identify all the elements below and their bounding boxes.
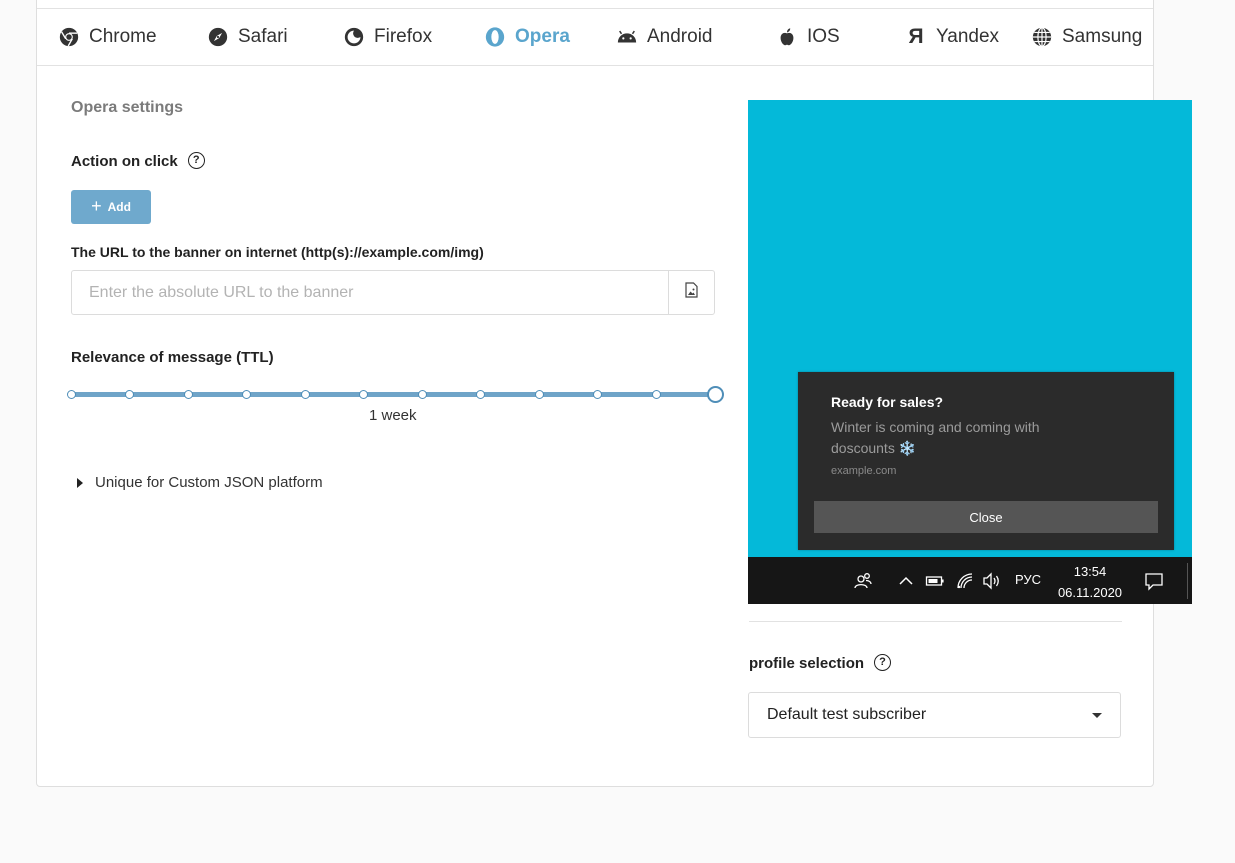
tab-label: Chrome	[89, 26, 157, 47]
action-on-click-label: Action on click?	[71, 151, 205, 171]
url-label: The URL to the banner on internet (http(…	[71, 244, 484, 260]
ttl-label: Relevance of message (TTL)	[71, 349, 274, 366]
slider-step[interactable]	[66, 390, 76, 399]
help-icon[interactable]: ?	[874, 653, 892, 671]
profile-selected-value: Default test subscriber	[767, 706, 927, 723]
slider-step[interactable]	[359, 390, 369, 399]
tab-chrome[interactable]: Chrome	[58, 9, 157, 65]
add-action-button[interactable]: + Add	[71, 190, 151, 224]
slider-track	[71, 392, 711, 397]
tab-android[interactable]: Android	[616, 9, 713, 65]
notification-preview: Ready for sales? Winter is coming and co…	[748, 100, 1192, 604]
chevron-down-icon	[1092, 712, 1102, 718]
slider-step[interactable]	[534, 390, 544, 399]
settings-title: Opera settings	[71, 99, 184, 116]
profile-selection-label: profile selection?	[749, 653, 892, 673]
tab-label: Yandex	[936, 26, 1000, 47]
profile-divider	[749, 621, 1122, 622]
tab-samsung[interactable]: Samsung	[1031, 9, 1142, 65]
chevron-up-icon	[896, 571, 916, 591]
opera-icon	[484, 26, 506, 48]
ttl-value: 1 week	[369, 407, 417, 424]
tab-label: Android	[647, 26, 713, 47]
unique-platform-toggle[interactable]: Unique for Custom JSON platform	[77, 474, 323, 491]
banner-url-input[interactable]	[72, 271, 668, 314]
taskbar-date: 06.11.2020	[1057, 585, 1123, 600]
windows-taskbar: РУС 13:54 06.11.2020	[748, 557, 1192, 604]
action-center-icon	[1144, 571, 1164, 591]
battery-icon	[925, 571, 945, 591]
slider-step[interactable]	[651, 390, 661, 399]
ttl-slider[interactable]	[66, 386, 724, 404]
tab-safari[interactable]: Safari	[207, 9, 288, 65]
safari-icon	[207, 26, 229, 48]
tab-label: IOS	[807, 26, 840, 47]
slider-step[interactable]	[476, 390, 486, 399]
action-label-text: Action on click	[71, 153, 178, 170]
apple-icon	[776, 26, 798, 48]
add-button-label: Add	[107, 200, 131, 214]
slider-step[interactable]	[125, 390, 135, 399]
help-icon[interactable]: ?	[187, 151, 205, 169]
profile-select[interactable]: Default test subscriber	[748, 692, 1121, 738]
people-icon	[853, 571, 873, 591]
caret-right-icon	[77, 477, 83, 488]
slider-step[interactable]	[300, 390, 310, 399]
notification-title: Ready for sales?	[831, 394, 944, 410]
image-picker-button[interactable]	[668, 271, 714, 314]
profile-label-text: profile selection	[749, 655, 865, 672]
globe-icon	[1031, 26, 1053, 48]
notification-body: Winter is coming and coming with doscoun…	[831, 419, 1040, 456]
notification-close-button[interactable]: Close	[814, 501, 1158, 533]
tab-firefox[interactable]: Firefox	[343, 9, 432, 65]
tab-label: Firefox	[374, 26, 433, 47]
taskbar-clock: 13:54 06.11.2020	[1055, 561, 1125, 603]
keyboard-language: РУС	[1015, 572, 1042, 587]
chrome-icon	[58, 26, 80, 48]
tab-label: Safari	[238, 26, 288, 47]
yandex-icon: Я	[908, 25, 924, 48]
slider-handle[interactable]	[706, 386, 724, 403]
platform-tabs: Chrome Safari Firefox Opera Android IOS …	[37, 9, 1153, 66]
taskbar-time: 13:54	[1073, 564, 1107, 579]
tab-yandex[interactable]: Я Yandex	[905, 9, 999, 65]
slider-step[interactable]	[593, 390, 603, 399]
slider-step[interactable]	[183, 390, 193, 399]
tab-label: Opera	[515, 26, 570, 47]
plus-icon: +	[91, 196, 102, 216]
firefox-icon	[343, 26, 365, 48]
slider-step[interactable]	[242, 390, 252, 399]
tab-label: Samsung	[1062, 26, 1143, 47]
android-icon	[616, 26, 638, 48]
notification-toast: Ready for sales? Winter is coming and co…	[798, 372, 1174, 550]
slider-step[interactable]	[417, 390, 427, 399]
wifi-icon	[955, 571, 975, 591]
tab-ios[interactable]: IOS	[776, 9, 840, 65]
tab-opera[interactable]: Opera	[484, 9, 570, 65]
url-input-group	[71, 270, 715, 315]
notification-site: example.com	[831, 465, 897, 477]
volume-icon	[982, 571, 1002, 591]
taskbar-separator	[1187, 563, 1188, 599]
image-file-icon	[685, 282, 698, 303]
unique-platform-label: Unique for Custom JSON platform	[95, 474, 323, 491]
